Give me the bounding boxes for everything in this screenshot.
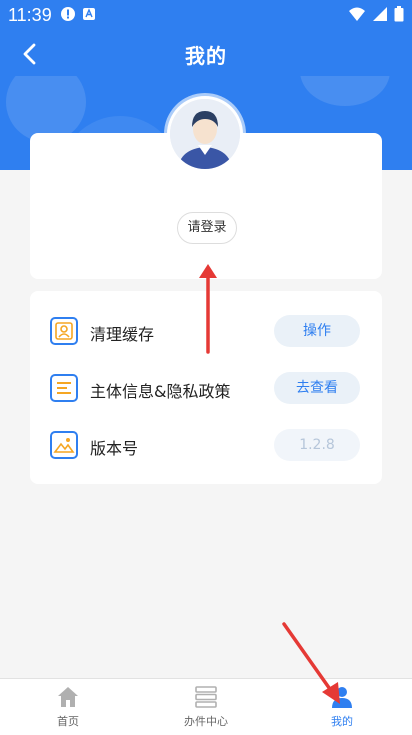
status-time: 11:39 [8, 5, 52, 25]
alert-icon [61, 7, 75, 21]
nav-office-center[interactable]: 办件中心 [146, 679, 266, 735]
clear-cache-button[interactable]: 操作 [274, 315, 360, 347]
clear-cache-label: 清理缓存 [90, 325, 155, 344]
settings-card: 清理缓存 操作 主体信息&隐私政策 去查看 版本号 1.2.8 [30, 291, 382, 484]
nav-mine-label: 我的 [331, 715, 353, 728]
login-button[interactable]: 请登录 [177, 212, 237, 244]
header: 我的 [0, 30, 412, 76]
user-avatar-icon [170, 99, 240, 169]
app-notification-icon [83, 8, 95, 20]
status-bar: 11:39 [0, 0, 412, 30]
home-icon [58, 687, 78, 707]
privacy-policy-row: 主体信息&隐私政策 去查看 [30, 368, 382, 408]
privacy-policy-label: 主体信息&隐私政策 [90, 382, 231, 401]
nav-mine[interactable]: 我的 [282, 679, 402, 735]
clear-cache-icon [50, 317, 78, 345]
wifi-icon [349, 7, 365, 21]
version-label: 版本号 [90, 439, 139, 458]
version-row: 版本号 1.2.8 [30, 425, 382, 465]
signal-icon [373, 7, 387, 21]
view-privacy-button[interactable]: 去查看 [274, 372, 360, 404]
nav-home-label: 首页 [57, 715, 79, 728]
user-icon [332, 687, 352, 708]
image-icon [50, 431, 78, 459]
nav-office-center-label: 办件中心 [184, 715, 228, 728]
document-icon [50, 374, 78, 402]
battery-icon [394, 6, 404, 22]
page-title: 我的 [185, 44, 227, 68]
nav-home[interactable]: 首页 [8, 679, 128, 735]
server-icon [195, 686, 217, 708]
bottom-nav: 首页 办件中心 我的 [0, 678, 412, 735]
avatar[interactable] [167, 96, 243, 172]
version-value: 1.2.8 [274, 429, 360, 461]
clear-cache-row: 清理缓存 操作 [30, 311, 382, 351]
